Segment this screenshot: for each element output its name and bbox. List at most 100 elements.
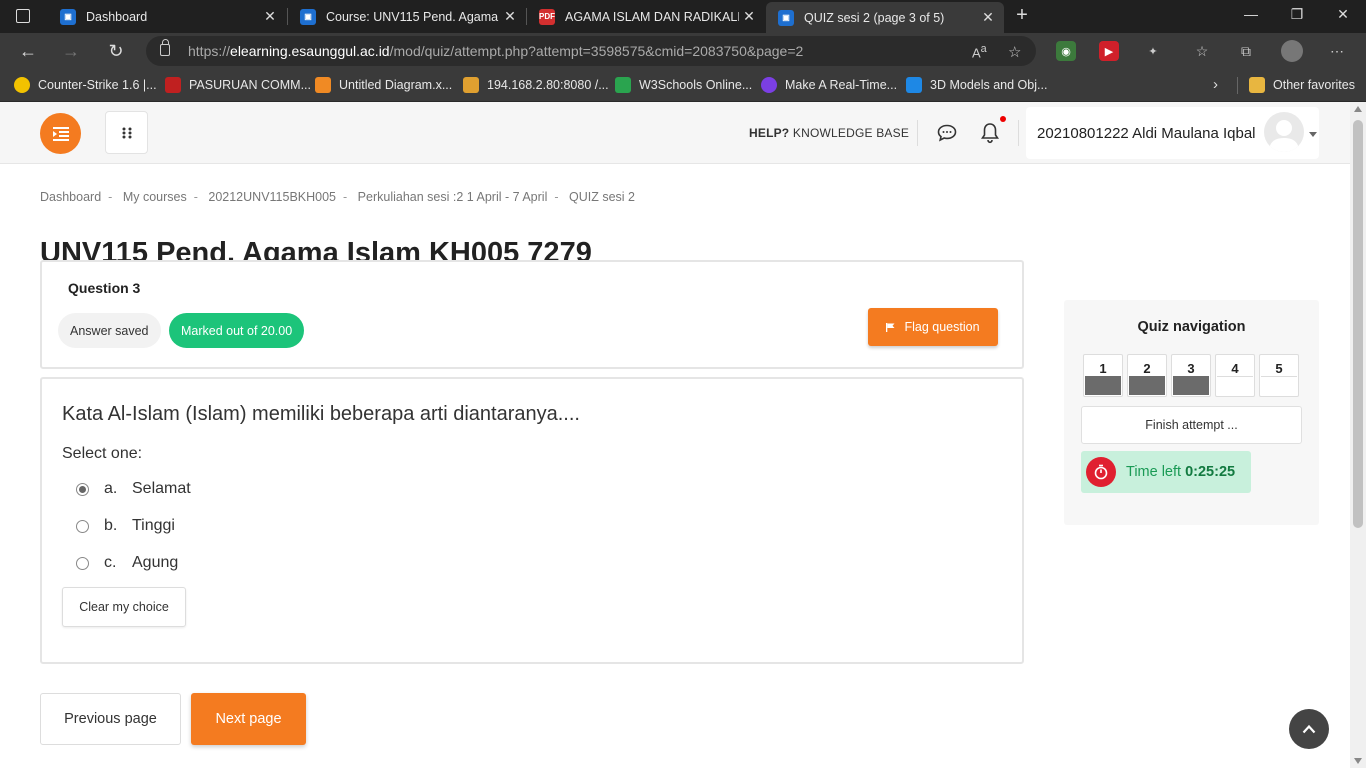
question-text: Kata Al-Islam (Islam) memiliki beberapa … — [62, 403, 580, 425]
user-menu[interactable]: 20210801222 Aldi Maulana Iqbal — [1026, 107, 1319, 159]
close-window-icon[interactable]: ✕ — [1333, 6, 1353, 23]
bookmark-realtime[interactable]: Make A Real-Time... — [761, 77, 897, 93]
quiz-nav-question-4[interactable]: 4 — [1215, 354, 1255, 397]
restore-icon[interactable]: ❐ — [1287, 6, 1307, 23]
extension-globe-icon[interactable]: ◉ — [1056, 41, 1076, 61]
extension-video-icon[interactable]: ▶ — [1099, 41, 1119, 61]
page-scrollbar[interactable] — [1350, 102, 1366, 768]
tab-pdf[interactable]: PDF AGAMA ISLAM DAN RADIKALISME ✕ — [527, 0, 765, 33]
breadcrumb-dashboard[interactable]: Dashboard — [40, 190, 101, 204]
previous-page-button[interactable]: Previous page — [40, 693, 181, 745]
question-number: 1 — [1099, 361, 1107, 376]
url-input[interactable]: https://elearning.esaunggul.ac.id/mod/qu… — [146, 36, 1036, 66]
answered-bar — [1129, 376, 1165, 395]
tab-close-icon[interactable]: ✕ — [978, 9, 998, 26]
bookmark-phpmyadmin[interactable]: 194.168.2.80:8080 /... — [463, 77, 609, 93]
tab-title: AGAMA ISLAM DAN RADIKALISME — [565, 9, 739, 24]
bookmark-3dmodels[interactable]: 3D Models and Obj... — [906, 77, 1047, 93]
answer-option-a[interactable]: a. Selamat — [76, 480, 191, 498]
flag-icon — [886, 322, 895, 332]
question-number: 4 — [1231, 361, 1239, 376]
bookmark-counter-strike[interactable]: Counter-Strike 1.6 |... — [14, 77, 157, 93]
chevron-right-icon[interactable]: › — [1213, 76, 1218, 93]
bookmark-diagram[interactable]: Untitled Diagram.x... — [315, 77, 452, 93]
flag-question-button[interactable]: Flag question — [868, 308, 998, 346]
scroll-thumb[interactable] — [1353, 120, 1363, 528]
option-letter: b. — [104, 517, 118, 534]
chat-icon[interactable] — [937, 124, 957, 142]
scroll-down-icon[interactable] — [1354, 758, 1362, 764]
tab-actions-icon[interactable] — [16, 9, 30, 23]
time-left-text: Time left 0:25:25 — [1126, 464, 1236, 480]
scroll-up-icon[interactable] — [1354, 106, 1362, 112]
back-icon[interactable]: ← — [16, 39, 40, 63]
bookmark-w3schools[interactable]: W3Schools Online... — [615, 77, 752, 93]
read-aloud-icon[interactable]: Aa — [972, 43, 987, 60]
notifications-bell-icon[interactable] — [980, 122, 1000, 144]
page-title: UNV115 Pend. Agama Islam KH005 7279 — [40, 237, 592, 263]
answer-option-b[interactable]: b. Tinggi — [76, 517, 175, 535]
radio-button[interactable] — [76, 519, 89, 533]
drawer-toggle-button[interactable] — [40, 113, 81, 154]
breadcrumb-quiz[interactable]: QUIZ sesi 2 — [569, 190, 635, 204]
header-divider — [917, 120, 918, 146]
breadcrumb-section[interactable]: Perkuliahan sesi :2 1 April - 7 April — [358, 190, 548, 204]
question-number: 5 — [1275, 361, 1283, 376]
quiz-nav-question-3[interactable]: 3 — [1171, 354, 1211, 397]
profile-avatar[interactable] — [1281, 40, 1303, 62]
timer-icon — [1086, 457, 1116, 487]
lock-icon[interactable] — [160, 39, 170, 56]
forward-icon[interactable]: → — [59, 39, 83, 63]
breadcrumb-my-courses[interactable]: My courses — [123, 190, 187, 204]
menu-indent-icon — [52, 126, 69, 141]
chevron-up-icon — [1302, 724, 1316, 734]
refresh-icon[interactable]: ↻ — [104, 39, 128, 63]
default-user-icon — [1269, 120, 1299, 152]
tab-dashboard[interactable]: ▣ Dashboard ✕ — [48, 0, 286, 33]
finish-attempt-button[interactable]: Finish attempt ... — [1081, 406, 1302, 444]
next-page-button[interactable]: Next page — [191, 693, 306, 745]
cube-icon — [906, 77, 922, 93]
help-knowledge-base-link[interactable]: HELP? KNOWLEDGE BASE — [749, 126, 909, 140]
quiz-nav-question-2[interactable]: 2 — [1127, 354, 1167, 397]
tab-quiz[interactable]: ▣ QUIZ sesi 2 (page 3 of 5) ✕ — [766, 2, 1004, 33]
tab-course[interactable]: ▣ Course: UNV115 Pend. Agama Isl ✕ — [288, 0, 526, 33]
tab-close-icon[interactable]: ✕ — [739, 8, 759, 25]
quiz-nav-question-5[interactable]: 5 — [1259, 354, 1299, 397]
minimize-icon[interactable]: — — [1241, 6, 1261, 22]
apps-grid-button[interactable] — [105, 111, 148, 154]
unanswered-bar — [1217, 376, 1253, 395]
select-one-prompt: Select one: — [62, 445, 143, 462]
clear-choice-button[interactable]: Clear my choice — [62, 587, 186, 627]
stopwatch-icon — [1094, 464, 1108, 480]
option-text: Tinggi — [132, 517, 175, 534]
address-bar: ← → ↻ https://elearning.esaunggul.ac.id/… — [0, 33, 1366, 69]
header-divider — [1018, 120, 1019, 146]
favorite-star-icon[interactable]: ☆ — [1008, 43, 1021, 61]
tab-title: Dashboard — [86, 9, 148, 24]
tab-close-icon[interactable]: ✕ — [500, 8, 520, 25]
other-favorites-folder[interactable]: Other favorites — [1249, 77, 1355, 93]
radio-button[interactable] — [76, 556, 89, 570]
moodle-favicon-icon: ▣ — [300, 8, 316, 25]
collections-icon[interactable]: ⧉ — [1236, 41, 1256, 61]
browser-tab-bar: ▣ Dashboard ✕ ▣ Course: UNV115 Pend. Aga… — [0, 0, 1366, 33]
bookmarks-bar: Counter-Strike 1.6 |... PASURUAN COMM...… — [0, 69, 1366, 102]
bookmark-pasuruan[interactable]: PASURUAN COMM... — [165, 77, 311, 93]
tab-close-icon[interactable]: ✕ — [260, 8, 280, 25]
breadcrumb-course[interactable]: 20212UNV115BKH005 — [208, 190, 336, 204]
favorites-icon[interactable]: ☆ — [1192, 41, 1212, 61]
new-tab-button[interactable]: + — [1011, 5, 1033, 27]
quiz-nav-question-1[interactable]: 1 — [1083, 354, 1123, 397]
pdf-favicon-icon: PDF — [539, 8, 555, 25]
option-text: Selamat — [132, 480, 191, 497]
answer-option-c[interactable]: c. Agung — [76, 554, 178, 572]
page-content: HELP? KNOWLEDGE BASE 20210801222 Aldi Ma… — [0, 102, 1350, 768]
extensions-icon[interactable]: ✦ — [1143, 41, 1163, 61]
tab-title: QUIZ sesi 2 (page 3 of 5) — [804, 10, 945, 25]
back-to-top-button[interactable] — [1289, 709, 1329, 749]
radio-button[interactable] — [76, 482, 89, 496]
time-left-value: 0:25:25 — [1185, 464, 1236, 480]
more-menu-icon[interactable]: ⋯ — [1327, 41, 1347, 61]
option-text: Agung — [132, 554, 179, 571]
